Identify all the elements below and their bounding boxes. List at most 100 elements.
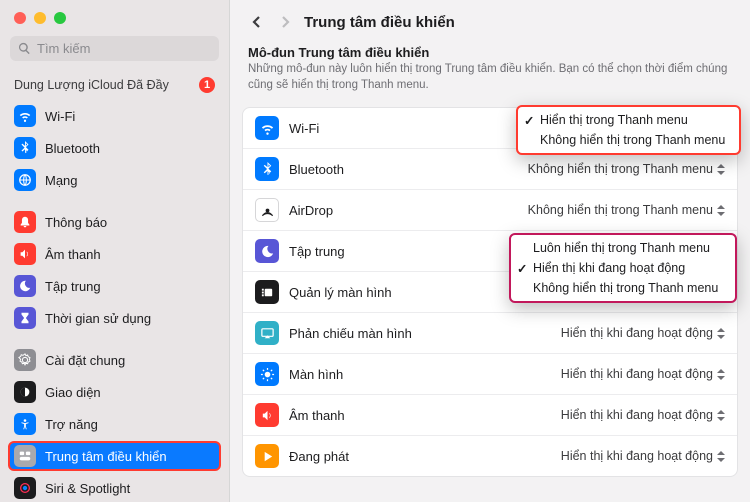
row-focus: Tập trung Không hiển thị trong Thanh men… xyxy=(243,231,737,272)
stepper-icon xyxy=(717,410,725,421)
search-placeholder: Tìm kiếm xyxy=(37,41,90,56)
sidebar-item-screentime[interactable]: Thời gian sử dụng xyxy=(8,303,221,333)
row-label: AirDrop xyxy=(289,203,518,218)
sidebar-items: Wi-Fi Bluetooth Mạng Thông báo Âm thanh … xyxy=(0,101,229,502)
sidebar-item-control-center[interactable]: Trung tâm điều khiển xyxy=(8,441,221,471)
back-button[interactable] xyxy=(248,13,266,31)
sidebar-item-notifications[interactable]: Thông báo xyxy=(8,207,221,237)
moon-icon xyxy=(255,239,279,263)
brightness-icon xyxy=(255,362,279,386)
sidebar-item-label: Siri & Spotlight xyxy=(45,481,130,496)
page-description: Mô-đun Trung tâm điều khiển Những mô-đun… xyxy=(230,41,750,103)
sidebar-item-wifi[interactable]: Wi-Fi xyxy=(8,101,221,131)
moon-icon xyxy=(14,275,36,297)
topbar: Trung tâm điều khiển xyxy=(230,0,750,41)
row-bluetooth: Bluetooth Không hiển thị trong Thanh men… xyxy=(243,149,737,190)
gear-icon xyxy=(14,349,36,371)
menu-option[interactable]: Không hiển thị trong Thanh menu xyxy=(518,130,739,150)
sidebar-item-sound[interactable]: Âm thanh xyxy=(8,239,221,269)
control-center-icon xyxy=(14,445,36,467)
menu-option[interactable]: Hiển thị trong Thanh menu xyxy=(518,110,739,130)
sidebar-item-label: Trợ năng xyxy=(45,417,98,432)
sidebar-item-label: Âm thanh xyxy=(45,247,101,262)
forward-button[interactable] xyxy=(276,13,294,31)
row-airdrop: AirDrop Không hiển thị trong Thanh menu xyxy=(243,190,737,231)
main-content: Trung tâm điều khiển Mô-đun Trung tâm đi… xyxy=(230,0,750,502)
airdrop-icon xyxy=(255,198,279,222)
stepper-icon xyxy=(717,205,725,216)
dropdown-menu-wifi: Hiển thị trong Thanh menu Không hiển thị… xyxy=(516,105,741,155)
row-selector[interactable]: Hiển thị khi đang hoạt động xyxy=(561,408,725,422)
page-title: Trung tâm điều khiển xyxy=(304,14,732,31)
close-icon[interactable] xyxy=(14,12,26,24)
minimize-icon[interactable] xyxy=(34,12,46,24)
stepper-icon xyxy=(717,328,725,339)
row-display: Màn hình Hiển thị khi đang hoạt động xyxy=(243,354,737,395)
row-label: Đang phát xyxy=(289,449,551,464)
bell-icon xyxy=(14,211,36,233)
speaker-icon xyxy=(255,403,279,427)
sidebar-item-bluetooth[interactable]: Bluetooth xyxy=(8,133,221,163)
sidebar-item-label: Tập trung xyxy=(45,279,101,294)
section-subtitle: Những mô-đun này luôn hiển thị trong Tru… xyxy=(248,62,732,93)
bluetooth-icon xyxy=(14,137,36,159)
hourglass-icon xyxy=(14,307,36,329)
dropdown-menu-focus: Luôn hiển thị trong Thanh menu Hiển thị … xyxy=(509,233,737,303)
speaker-icon xyxy=(14,243,36,265)
window-controls xyxy=(0,0,229,32)
sidebar: Tìm kiếm Dung Lượng iCloud Đã Đầy 1 Wi-F… xyxy=(0,0,230,502)
row-label: Phản chiếu màn hình xyxy=(289,326,551,341)
row-label: Bluetooth xyxy=(289,162,518,177)
sidebar-item-label: Cài đặt chung xyxy=(45,353,125,368)
bluetooth-icon xyxy=(255,157,279,181)
sidebar-item-focus[interactable]: Tập trung xyxy=(8,271,221,301)
siri-icon xyxy=(14,477,36,499)
row-label: Âm thanh xyxy=(289,408,551,423)
row-screen-mirroring: Phản chiếu màn hình Hiển thị khi đang ho… xyxy=(243,313,737,354)
sidebar-item-label: Thời gian sử dụng xyxy=(45,311,151,326)
wifi-icon xyxy=(255,116,279,140)
section-label: Dung Lượng iCloud Đã Đầy xyxy=(14,78,169,92)
menu-option[interactable]: Không hiển thị trong Thanh menu xyxy=(511,278,735,298)
menu-option[interactable]: Luôn hiển thị trong Thanh menu xyxy=(511,238,735,258)
stepper-icon xyxy=(717,164,725,175)
row-selector[interactable]: Hiển thị khi đang hoạt động xyxy=(561,367,725,381)
sidebar-item-label: Trung tâm điều khiển xyxy=(45,449,167,464)
section-heading: Mô-đun Trung tâm điều khiển xyxy=(248,45,732,60)
row-label: Tập trung xyxy=(289,244,518,259)
mirror-icon xyxy=(255,321,279,345)
stage-manager-icon xyxy=(255,280,279,304)
modules-panel: Wi-Fi Hiển thị trong Thanh menu Hiển thị… xyxy=(242,107,738,477)
sidebar-item-appearance[interactable]: Giao diện xyxy=(8,377,221,407)
wifi-icon xyxy=(14,105,36,127)
sidebar-item-label: Thông báo xyxy=(45,215,107,230)
sidebar-item-label: Bluetooth xyxy=(45,141,100,156)
row-label: Màn hình xyxy=(289,367,551,382)
accessibility-icon xyxy=(14,413,36,435)
sidebar-item-label: Wi-Fi xyxy=(45,109,75,124)
menu-option[interactable]: Hiển thị khi đang hoạt động xyxy=(511,258,735,278)
stepper-icon xyxy=(717,369,725,380)
sidebar-item-network[interactable]: Mạng xyxy=(8,165,221,195)
notification-badge: 1 xyxy=(199,77,215,93)
row-selector[interactable]: Hiển thị khi đang hoạt động xyxy=(561,449,725,463)
sidebar-item-label: Giao diện xyxy=(45,385,101,400)
row-wifi: Wi-Fi Hiển thị trong Thanh menu Hiển thị… xyxy=(243,108,737,149)
row-selector[interactable]: Không hiển thị trong Thanh menu xyxy=(528,162,725,176)
sidebar-item-accessibility[interactable]: Trợ năng xyxy=(8,409,221,439)
sidebar-item-general[interactable]: Cài đặt chung xyxy=(8,345,221,375)
search-icon xyxy=(18,42,31,55)
play-icon xyxy=(255,444,279,468)
search-input[interactable]: Tìm kiếm xyxy=(10,36,219,61)
row-selector[interactable]: Hiển thị khi đang hoạt động xyxy=(561,326,725,340)
row-now-playing: Đang phát Hiển thị khi đang hoạt động xyxy=(243,436,737,476)
globe-icon xyxy=(14,169,36,191)
sidebar-section[interactable]: Dung Lượng iCloud Đã Đầy 1 xyxy=(0,71,229,101)
sidebar-item-siri[interactable]: Siri & Spotlight xyxy=(8,473,221,502)
appearance-icon xyxy=(14,381,36,403)
row-sound: Âm thanh Hiển thị khi đang hoạt động xyxy=(243,395,737,436)
maximize-icon[interactable] xyxy=(54,12,66,24)
row-selector[interactable]: Không hiển thị trong Thanh menu xyxy=(528,203,725,217)
stepper-icon xyxy=(717,451,725,462)
sidebar-item-label: Mạng xyxy=(45,173,78,188)
